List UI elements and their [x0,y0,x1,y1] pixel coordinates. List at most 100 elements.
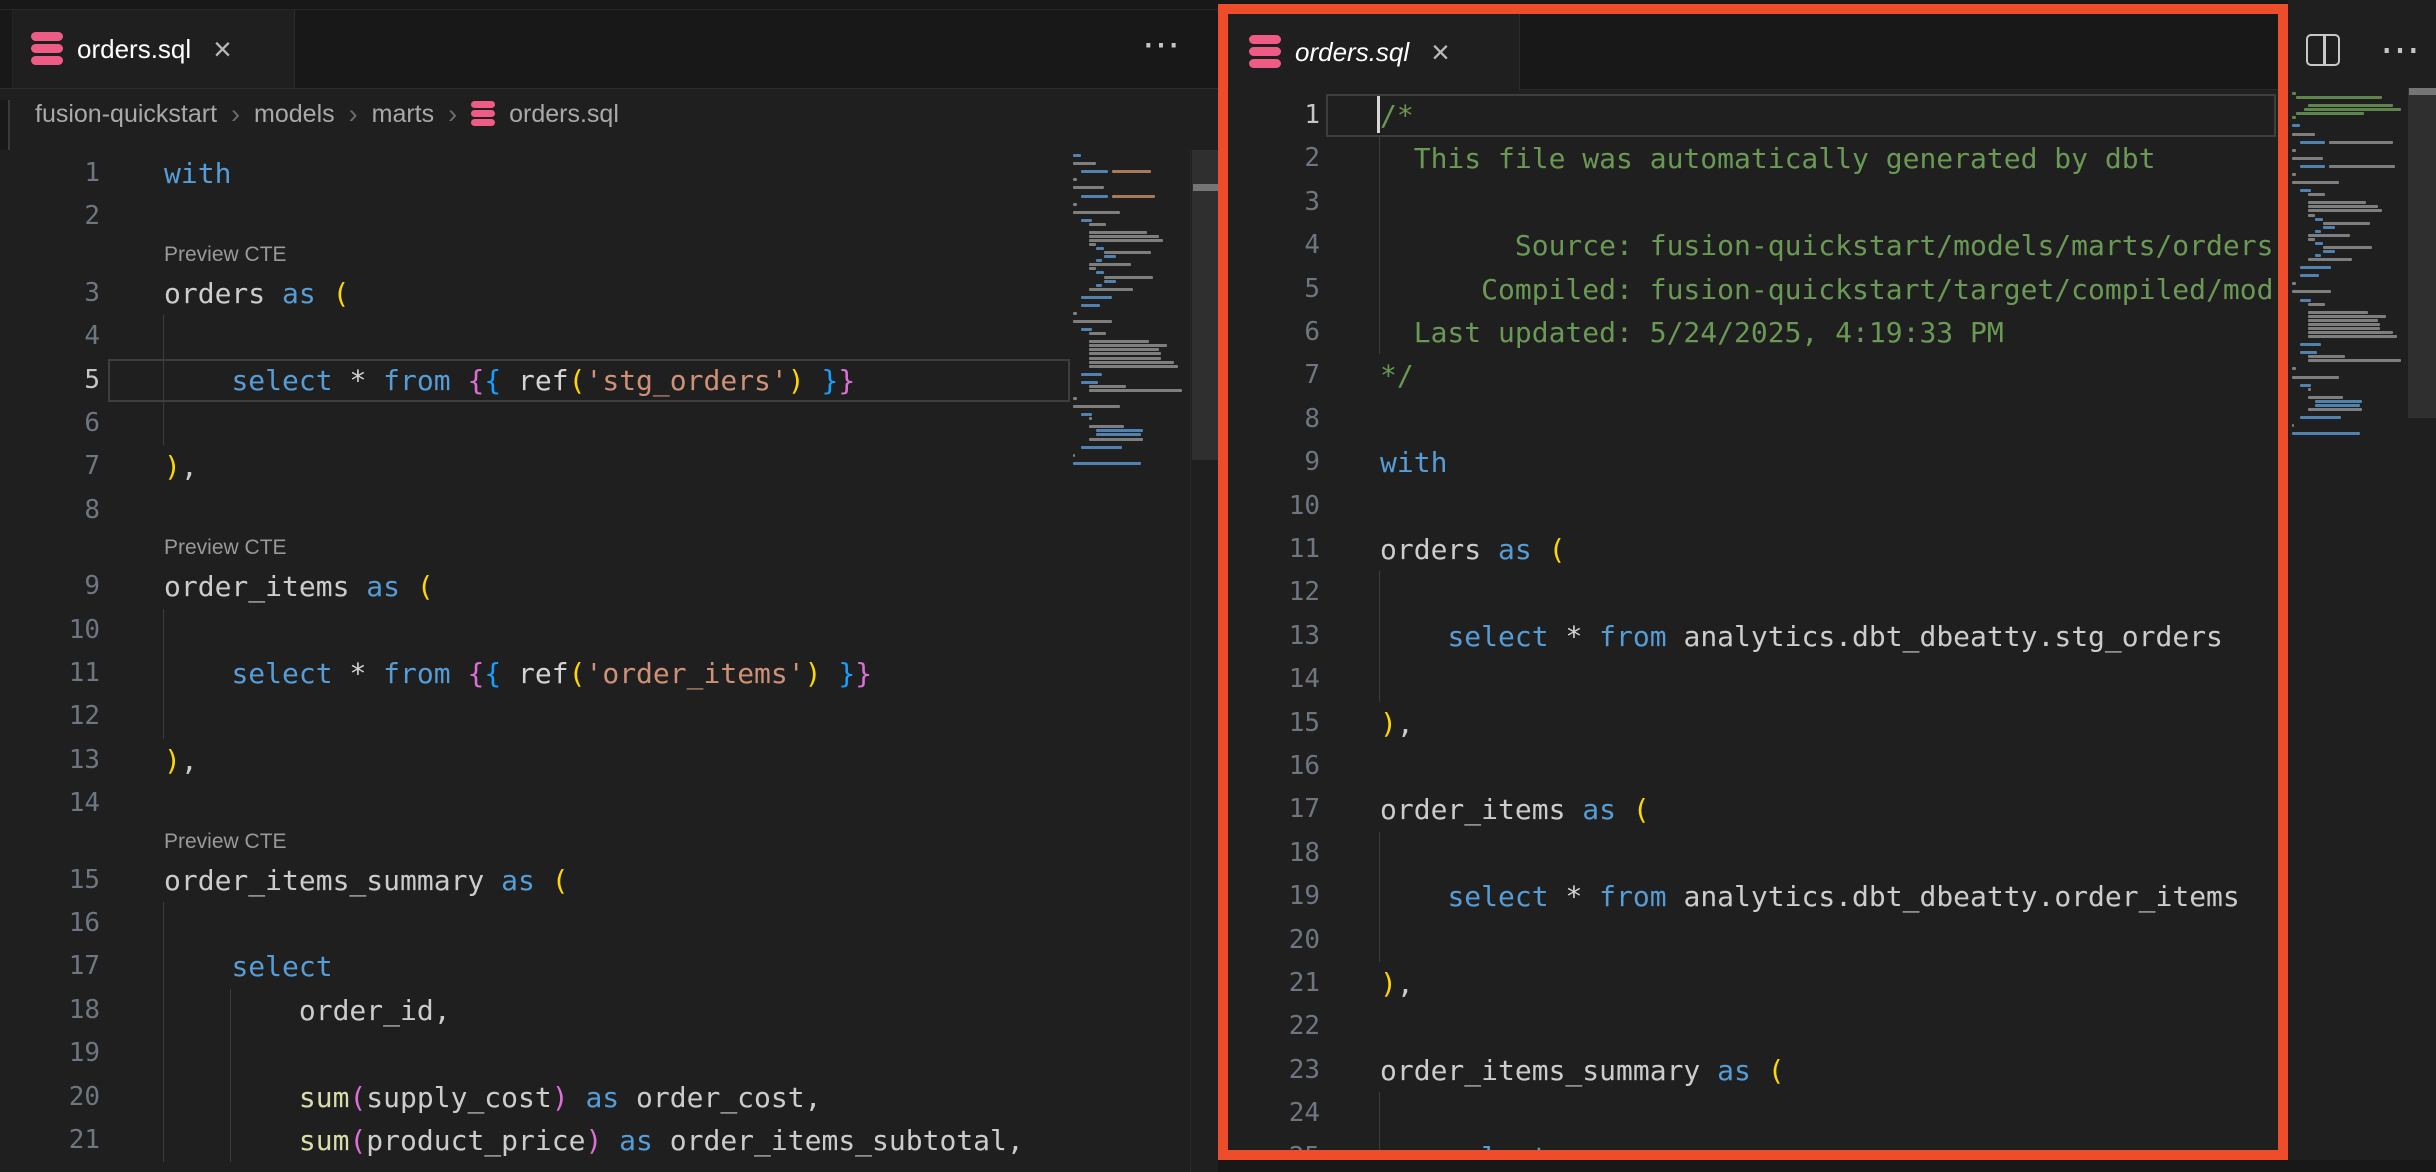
code-line-21[interactable]: 21 sum(product_price) as order_items_sub… [0,1119,1190,1162]
code-line-10[interactable]: 10 [1228,485,2278,528]
codelens-preview-cte[interactable]: Preview CTE [164,536,287,560]
breadcrumb-item-file[interactable]: orders.sql [509,100,619,129]
code-line-8[interactable]: 8 [0,489,1190,532]
code-line-16[interactable]: 16 [0,902,1190,945]
token: * [1565,620,1582,653]
left-scrollbar[interactable] [1190,150,1218,1172]
line-number: 15 [1228,702,1320,745]
indent-guide [1379,571,1380,614]
minimap-line [1073,162,1096,165]
line-number: 21 [0,1119,100,1162]
code-line-17[interactable]: 17order_items as ( [1228,788,2278,831]
minimap-line [1112,195,1155,198]
tab-orders-sql-left[interactable]: orders.sql × [12,10,295,88]
left-scrollbar-thumb[interactable] [1192,150,1219,460]
code-line-20[interactable]: 20 sum(supply_cost) as order_cost, [0,1076,1190,1119]
code-line-14[interactable]: 14 [1228,658,2278,701]
code-line-12[interactable]: 12 [1228,571,2278,614]
code-line-6[interactable]: 6 [0,402,1190,445]
code-line-16[interactable]: 16 [1228,745,2278,788]
code-line-2[interactable]: 2 This file was automatically generated … [1228,137,2278,180]
right-scrollbar[interactable] [2408,88,2436,1172]
close-icon[interactable]: × [1431,36,1450,68]
left-scrollbar-cursor-marker [1193,184,1219,191]
token: , [181,450,198,483]
tab-orders-sql-right[interactable]: orders.sql × [1228,14,1520,90]
token: ref [518,657,569,690]
code-line-5[interactable]: 5 Compiled: fusion-quickstart/target/com… [1228,268,2278,311]
right-minimap[interactable] [2292,88,2406,1148]
token: , [1397,707,1414,740]
token [1549,620,1566,653]
code-line-6[interactable]: 6 Last updated: 5/24/2025, 4:19:33 PM [1228,311,2278,354]
right-scrollbar-cursor-marker [2409,88,2436,95]
right-editor[interactable]: 1/*2 This file was automatically generat… [1228,90,2278,1150]
code-line-4[interactable]: 4 [0,315,1190,358]
code-line-25[interactable]: 25 select [1228,1136,2278,1150]
code-line-7[interactable]: 7*/ [1228,354,2278,397]
minimap-line [2323,226,2335,229]
left-editor[interactable]: 1with2Preview CTE3orders as (45 select *… [0,150,1190,1172]
token [1616,793,1633,826]
right-group-top-strip [1218,0,2288,4]
code-line-9[interactable]: 9order_items as ( [0,565,1190,608]
code-line-19[interactable]: 19 select * from analytics.dbt_dbeatty.o… [1228,875,2278,918]
code-line-24[interactable]: 24 [1228,1092,2278,1135]
indent-guide [163,902,164,945]
breadcrumb-item-models[interactable]: models [254,100,335,129]
code-line-1[interactable]: 1with [0,152,1190,195]
code-text: This file was automatically generated by… [1380,137,2155,180]
more-actions-icon-right[interactable]: ⋯ [2380,30,2422,70]
minimap-line [1089,239,1163,242]
minimap-line [1073,320,1112,323]
code-line-9[interactable]: 9with [1228,441,2278,484]
token: */ [1380,359,1414,392]
code-line-15[interactable]: 15order_items_summary as ( [0,859,1190,902]
code-line-14[interactable]: 14 [0,782,1190,825]
token: , [1397,967,1414,1000]
code-text: select * from analytics.dbt_dbeatty.stg_… [1380,615,2223,658]
code-line-20[interactable]: 20 [1228,919,2278,962]
indent-guide [163,402,164,445]
code-text: order_items as ( [164,565,434,608]
code-line-17[interactable]: 17 select [0,945,1190,988]
code-line-23[interactable]: 23order_items_summary as ( [1228,1049,2278,1092]
split-editor-icon[interactable] [2306,34,2340,66]
code-line-3[interactable]: 3 [1228,181,2278,224]
code-line-2[interactable]: 2 [0,195,1190,238]
code-line-15[interactable]: 15), [1228,702,2278,745]
token: select [1447,880,1548,913]
code-line-10[interactable]: 10 [0,609,1190,652]
code-line-11[interactable]: 11orders as ( [1228,528,2278,571]
code-line-22[interactable]: 22 [1228,1005,2278,1048]
code-line-21[interactable]: 21), [1228,962,2278,1005]
right-scrollbar-thumb[interactable] [2408,88,2436,418]
code-line-7[interactable]: 7), [0,445,1190,488]
token: as [501,864,535,897]
token: with [164,157,231,190]
token: order_items_subtotal, [653,1124,1024,1157]
minimap-line [1089,267,1097,270]
code-line-8[interactable]: 8 [1228,398,2278,441]
minimap-line [2292,92,2296,95]
close-icon[interactable]: × [213,33,232,65]
codelens-preview-cte[interactable]: Preview CTE [164,243,287,267]
more-actions-icon-left[interactable]: ⋯ [1142,26,1182,64]
code-line-18[interactable]: 18 [1228,832,2278,875]
code-line-11[interactable]: 11 select * from {{ ref('order_items') }… [0,652,1190,695]
codelens-preview-cte[interactable]: Preview CTE [164,830,287,854]
code-line-3[interactable]: 3orders as ( [0,272,1190,315]
minimap-line [2292,173,2296,176]
breadcrumb-item-project[interactable]: fusion-quickstart [35,100,217,129]
token [451,657,468,690]
token: order_items [164,570,366,603]
left-minimap[interactable] [1073,150,1190,1172]
code-line-12[interactable]: 12 [0,695,1190,738]
code-line-4[interactable]: 4 Source: fusion-quickstart/models/marts… [1228,224,2278,267]
line-number: 19 [0,1032,100,1075]
code-line-18[interactable]: 18 order_id, [0,989,1190,1032]
code-line-19[interactable]: 19 [0,1032,1190,1075]
code-line-13[interactable]: 13), [0,739,1190,782]
code-line-13[interactable]: 13 select * from analytics.dbt_dbeatty.s… [1228,615,2278,658]
breadcrumb-item-marts[interactable]: marts [372,100,435,129]
